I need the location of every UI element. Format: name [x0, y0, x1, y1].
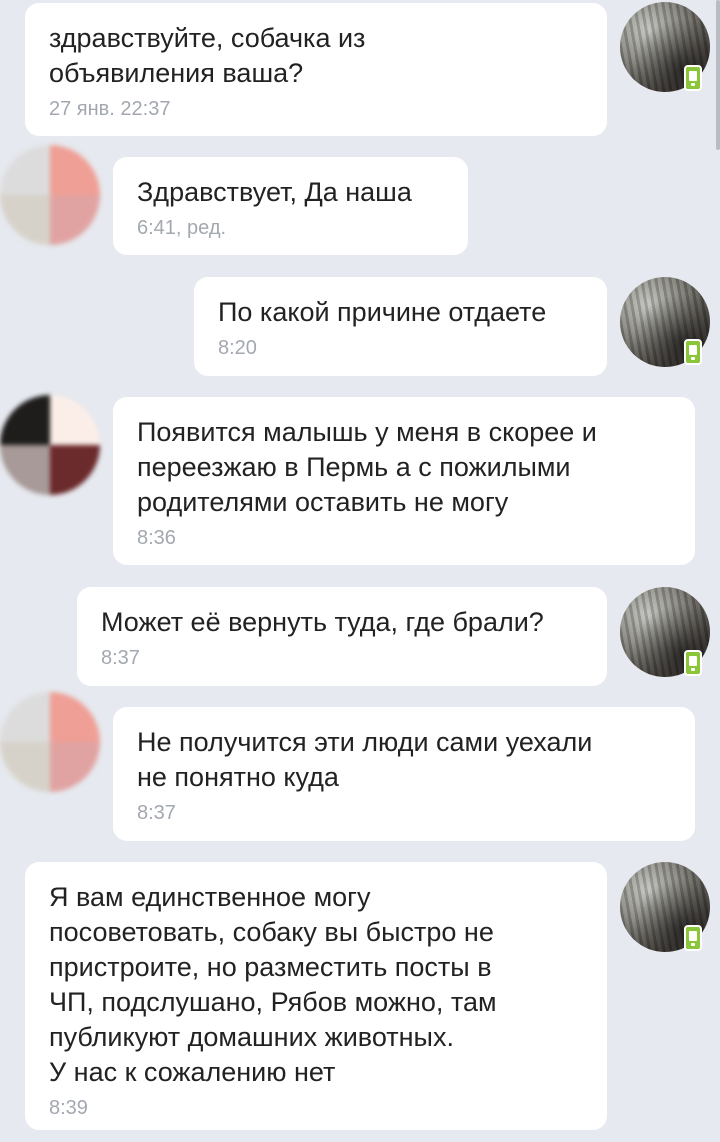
message-text: Я вам единственное могу посоветовать, со…: [49, 882, 497, 1087]
message-bubble-outgoing[interactable]: Может её вернуть туда, где брали? 8:37: [77, 587, 607, 686]
avatar-tile: [50, 395, 100, 445]
avatar-contact[interactable]: [0, 145, 100, 245]
avatar-tile: [50, 195, 100, 245]
mobile-phone-icon: [684, 339, 702, 365]
mobile-phone-icon: [684, 65, 702, 91]
avatar-tile: [0, 742, 50, 792]
message-time: 8:37: [137, 802, 176, 824]
message-text: Может её вернуть туда, где брали?: [101, 607, 544, 637]
message-time: 8:37: [101, 647, 140, 669]
avatar-tile: [0, 195, 50, 245]
message-bubble-incoming[interactable]: Здравствует, Да наша 6:41, ред.: [113, 157, 468, 255]
scrollbar-thumb[interactable]: [716, 0, 720, 150]
message-time: 6:41, ред.: [137, 217, 227, 239]
message-time: 8:39: [49, 1097, 88, 1119]
message-time: 8:36: [137, 527, 176, 549]
mobile-phone-icon: [684, 650, 702, 676]
avatar-tile: [50, 145, 100, 195]
message-text: Не получится эти люди сами уехали не пон…: [137, 727, 593, 792]
message-text: Появится малышь у меня в скорее и переез…: [137, 417, 597, 517]
message-time: 8:20: [218, 337, 257, 359]
avatar-tile: [0, 145, 50, 195]
avatar-tile: [50, 742, 100, 792]
message-bubble-incoming[interactable]: Появится малышь у меня в скорее и переез…: [113, 397, 695, 565]
message-text: По какой причине отдаете: [218, 297, 547, 327]
message-bubble-outgoing[interactable]: По какой причине отдаете 8:20: [194, 277, 607, 376]
avatar-tile: [0, 692, 50, 742]
message-text: здравствуйте, собачка из объявиления ваш…: [49, 23, 366, 88]
message-text: Здравствует, Да наша: [137, 177, 412, 207]
mobile-phone-icon: [684, 925, 702, 951]
avatar-tile: [50, 445, 100, 495]
message-time: 27 янв. 22:37: [49, 98, 171, 120]
avatar-tile: [0, 395, 50, 445]
avatar-tile: [0, 445, 50, 495]
message-bubble-incoming[interactable]: Не получится эти люди сами уехали не пон…: [113, 707, 695, 841]
avatar-tile: [50, 692, 100, 742]
message-bubble-outgoing[interactable]: здравствуйте, собачка из объявиления ваш…: [25, 3, 607, 136]
message-bubble-outgoing[interactable]: Я вам единственное могу посоветовать, со…: [25, 862, 607, 1130]
avatar-contact[interactable]: [0, 692, 100, 792]
avatar-contact[interactable]: [0, 395, 100, 495]
